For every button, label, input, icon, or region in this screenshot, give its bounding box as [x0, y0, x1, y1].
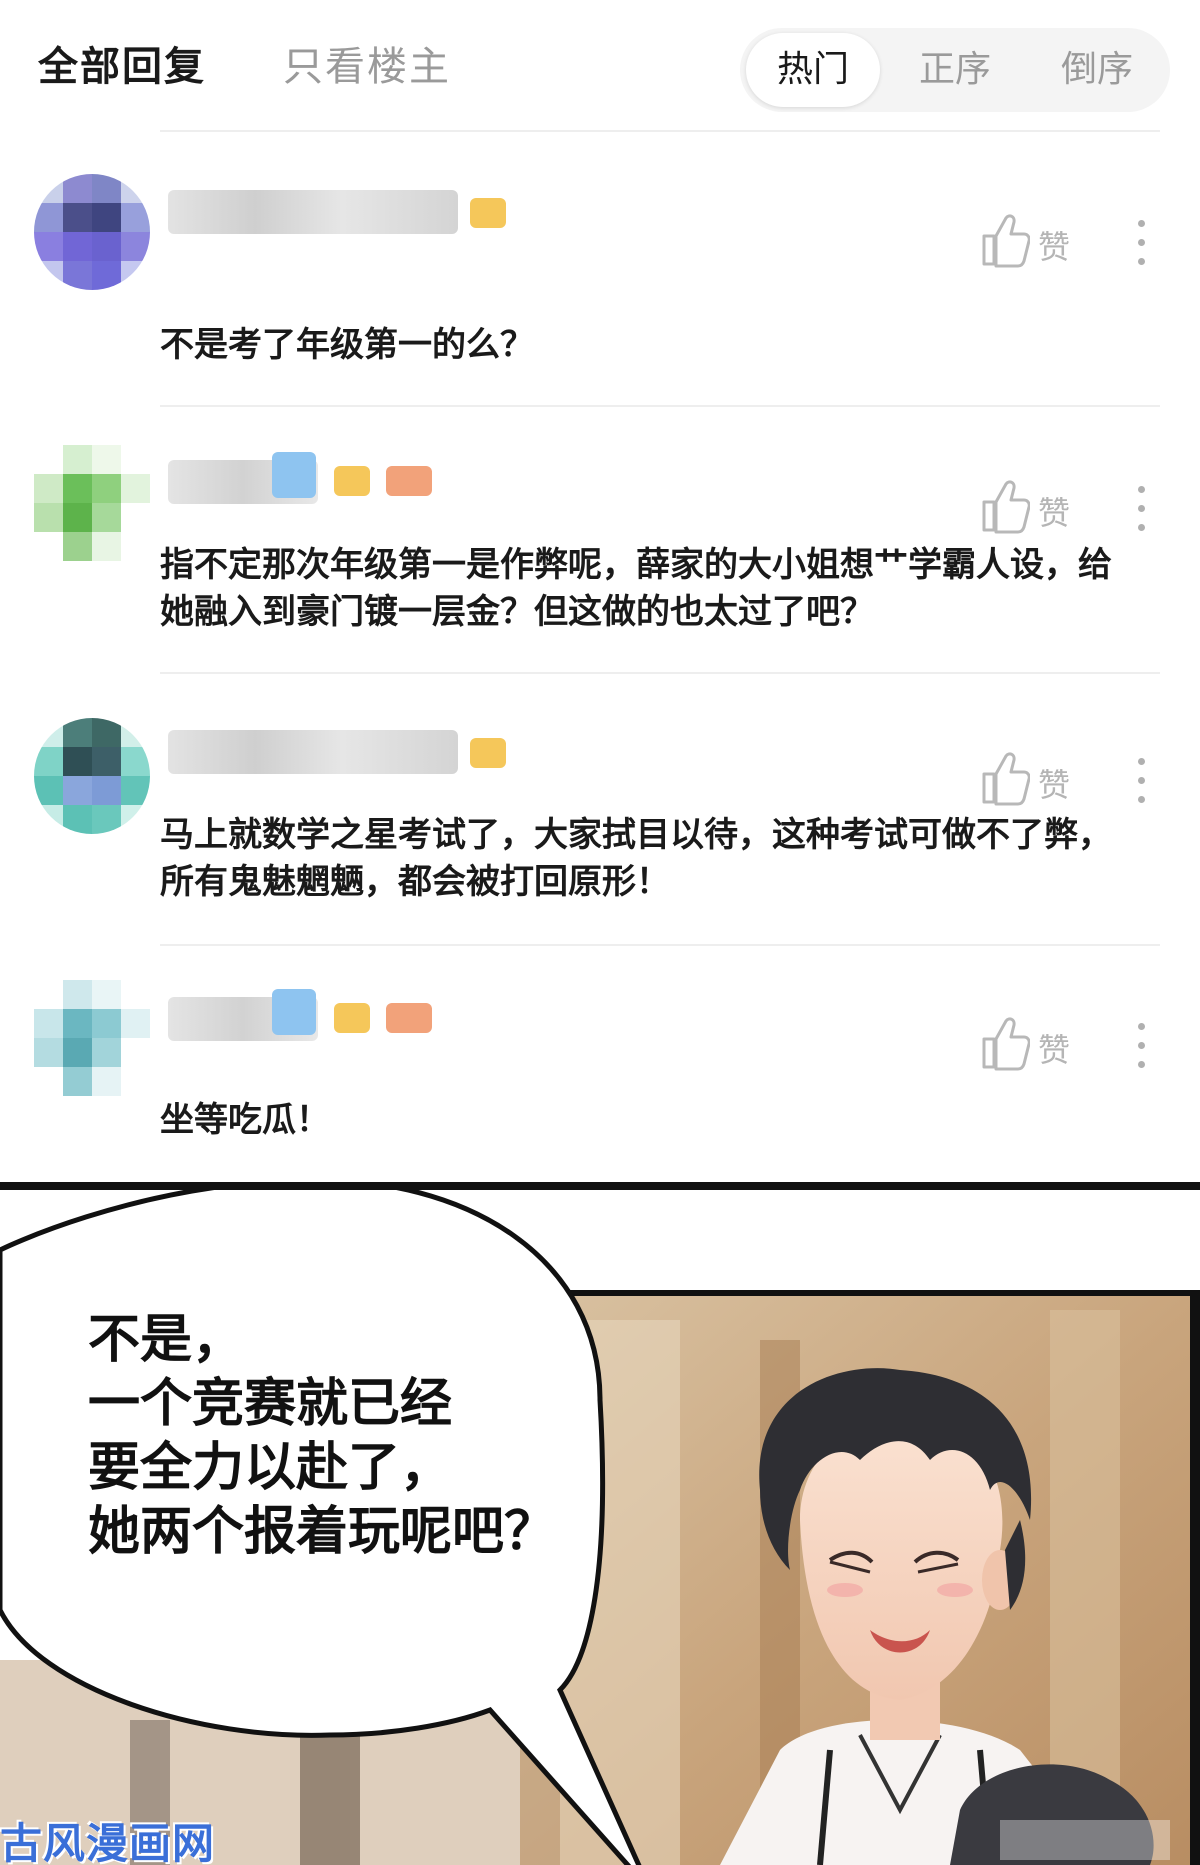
like-label: 赞 [1038, 494, 1071, 532]
like-label: 赞 [1038, 766, 1071, 804]
like-label: 赞 [1038, 228, 1071, 266]
thumbs-up-icon [982, 214, 1031, 268]
username-blurred [168, 730, 458, 774]
avatar-frame-badge [272, 989, 316, 1035]
tab-bar: 全部回复 只看楼主 热门 正序 倒序 [0, 0, 1200, 130]
divider [160, 944, 1160, 946]
member-badge [386, 1003, 432, 1033]
avatar[interactable] [34, 718, 150, 834]
divider [160, 405, 1160, 407]
level-badge [334, 466, 370, 496]
more-options-icon[interactable] [1135, 1021, 1147, 1071]
more-options-icon[interactable] [1135, 218, 1147, 268]
level-badge [470, 198, 506, 228]
username-blurred [168, 190, 458, 234]
speech-bubble: 不是， 一个竞赛就已经 要全力以赴了， 她两个报着玩呢吧？ [88, 1308, 556, 1564]
panel-border [0, 1182, 1200, 1190]
comment-text: 指不定那次年级第一是作弊呢，薛家的大小姐想艹学霸人设，给她融入到豪门镀一层金？但… [160, 545, 1112, 632]
like-label: 赞 [1038, 1031, 1071, 1069]
avatar-frame-badge [272, 452, 316, 498]
more-options-icon[interactable] [1135, 484, 1147, 534]
thumbs-up-icon [982, 752, 1031, 806]
comment-item: 赞 不是考了年级第一的么？ [0, 160, 1200, 405]
speech-line: 要全力以赴了， [88, 1438, 453, 1498]
avatar[interactable] [34, 980, 150, 1096]
comment-item: 赞 指不定那次年级第一是作弊呢，薛家的大小姐想艹学霸人设，给她融入到豪门镀一层金… [0, 430, 1200, 670]
more-options-icon[interactable] [1135, 756, 1147, 806]
comment-text: 不是考了年级第一的么？ [160, 325, 534, 365]
thumbs-up-icon [982, 1017, 1031, 1071]
comment-section: 全部回复 只看楼主 热门 正序 倒序 赞 不是考了年级第一的么？ 赞 指不定那次… [0, 0, 1200, 1185]
sort-descending-button[interactable]: 倒序 [1030, 33, 1164, 107]
speech-line: 她两个报着玩呢吧？ [88, 1502, 557, 1562]
site-watermark: 古风漫画网 [0, 1819, 216, 1865]
sort-hot-button[interactable]: 热门 [746, 33, 880, 107]
member-badge [386, 466, 432, 496]
tab-owner-only[interactable]: 只看楼主 [283, 34, 451, 92]
comment-text: 马上就数学之星考试了，大家拭目以待，这种考试可做不了弊，所有鬼魅魍魉，都会被打回… [160, 815, 1112, 902]
sort-toggle: 热门 正序 倒序 [740, 28, 1170, 112]
comment-item: 赞 坐等吃瓜！ [0, 965, 1200, 1165]
comment-text: 坐等吃瓜！ [160, 1100, 330, 1140]
like-button[interactable]: 赞 [980, 478, 1090, 538]
like-button[interactable]: 赞 [980, 1015, 1090, 1075]
divider [160, 130, 1160, 132]
speech-line: 一个竞赛就已经 [88, 1374, 453, 1434]
sort-ascending-button[interactable]: 正序 [888, 33, 1022, 107]
avatar[interactable] [34, 445, 150, 561]
thumbs-up-icon [982, 480, 1031, 534]
avatar[interactable] [34, 174, 150, 290]
speech-line: 不是， [88, 1310, 245, 1370]
comment-item: 赞 马上就数学之星考试了，大家拭目以待，这种考试可做不了弊，所有鬼魅魍魉，都会被… [0, 700, 1200, 940]
tab-all-replies[interactable]: 全部回复 [38, 34, 206, 92]
level-badge [334, 1003, 370, 1033]
divider [160, 672, 1160, 674]
like-button[interactable]: 赞 [980, 212, 1090, 272]
level-badge [470, 738, 506, 768]
comic-panel: 不是， 一个竞赛就已经 要全力以赴了， 她两个报着玩呢吧？ 古风漫画网 [0, 1190, 1200, 1865]
like-button[interactable]: 赞 [980, 750, 1090, 810]
